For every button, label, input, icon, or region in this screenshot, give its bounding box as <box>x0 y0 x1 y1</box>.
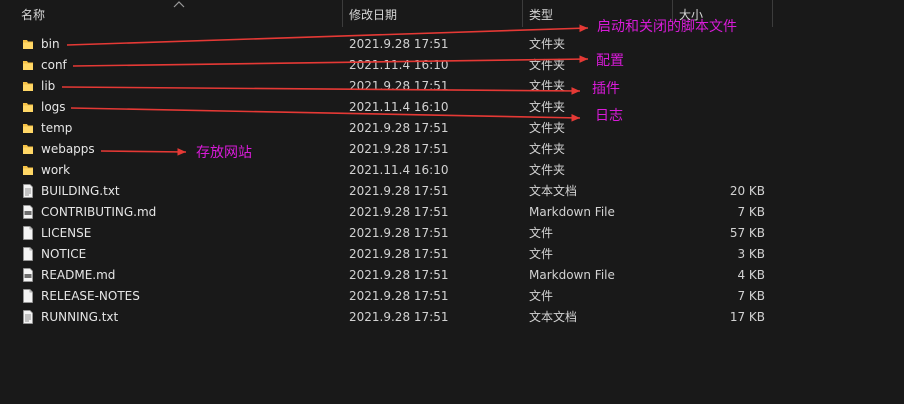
file-explorer: 名称 修改日期 类型 大小 bin 2021.9.28 17:51 文件夹 conf 2… <box>0 0 904 404</box>
file-type: 文件夹 <box>529 58 566 72</box>
folder-icon <box>22 58 34 72</box>
file-name: BUILDING.txt <box>41 184 120 198</box>
file-type: 文件夹 <box>529 37 566 51</box>
file-name: RELEASE-NOTES <box>41 289 140 303</box>
file-name: CONTRIBUTING.md <box>41 205 157 219</box>
file-name: logs <box>41 100 66 114</box>
sort-ascending-icon[interactable] <box>173 0 185 8</box>
file-name: NOTICE <box>41 247 87 261</box>
column-divider[interactable] <box>522 0 523 27</box>
file-type: 文件夹 <box>529 79 566 93</box>
file-row[interactable]: NOTICE 2021.9.28 17:51 文件 3 KB <box>0 244 904 265</box>
file-size: 20 KB <box>729 184 765 198</box>
file-row[interactable]: bin 2021.9.28 17:51 文件夹 <box>0 34 904 55</box>
file-name: temp <box>41 121 73 135</box>
file-name: conf <box>41 58 67 72</box>
file-name: LICENSE <box>41 226 92 240</box>
file-type: Markdown File <box>529 205 615 219</box>
annotation-bin: 启动和关闭的脚本文件 <box>597 19 737 35</box>
file-icon <box>22 226 34 240</box>
file-type: 文本文档 <box>529 310 578 324</box>
annotation-conf: 配置 <box>596 53 624 69</box>
column-divider[interactable] <box>772 0 773 27</box>
file-name: webapps <box>41 142 95 156</box>
modified-date: 2021.9.28 17:51 <box>349 37 449 51</box>
file-row[interactable]: README.md 2021.9.28 17:51 Markdown File 4 K… <box>0 265 904 286</box>
file-row[interactable]: BUILDING.txt 2021.9.28 17:51 文本文档 20 KB <box>0 181 904 202</box>
modified-date: 2021.11.4 16:10 <box>349 58 449 72</box>
file-type: 文件 <box>529 289 554 303</box>
folder-icon <box>22 100 34 114</box>
file-type: 文件 <box>529 226 554 240</box>
file-row[interactable]: conf 2021.11.4 16:10 文件夹 <box>0 55 904 76</box>
file-size: 57 KB <box>729 226 765 240</box>
file-name: RUNNING.txt <box>41 310 119 324</box>
file-row[interactable]: LICENSE 2021.9.28 17:51 文件 57 KB <box>0 223 904 244</box>
file-type: 文件夹 <box>529 100 566 114</box>
file-row[interactable]: logs 2021.11.4 16:10 文件夹 <box>0 97 904 118</box>
file-name: bin <box>41 37 60 51</box>
file-size: 3 KB <box>737 247 765 261</box>
file-icon <box>22 247 34 261</box>
modified-date: 2021.9.28 17:51 <box>349 184 449 198</box>
markdown-file-icon <box>22 268 34 282</box>
modified-date: 2021.9.28 17:51 <box>349 247 449 261</box>
file-size: 7 KB <box>737 289 765 303</box>
file-row[interactable]: webapps 2021.9.28 17:51 文件夹 <box>0 139 904 160</box>
file-type: 文本文档 <box>529 184 578 198</box>
modified-date: 2021.9.28 17:51 <box>349 310 449 324</box>
folder-icon <box>22 142 34 156</box>
file-type: Markdown File <box>529 268 615 282</box>
modified-date: 2021.9.28 17:51 <box>349 142 449 156</box>
column-header-name[interactable]: 名称 <box>21 0 45 31</box>
column-header-date[interactable]: 修改日期 <box>349 0 397 31</box>
modified-date: 2021.9.28 17:51 <box>349 289 449 303</box>
file-type: 文件 <box>529 247 554 261</box>
column-header-bar: 名称 修改日期 类型 大小 <box>0 0 904 31</box>
modified-date: 2021.9.28 17:51 <box>349 205 449 219</box>
column-header-type[interactable]: 类型 <box>529 0 553 31</box>
modified-date: 2021.9.28 17:51 <box>349 268 449 282</box>
file-size: 4 KB <box>737 268 765 282</box>
file-row[interactable]: lib 2021.9.28 17:51 文件夹 <box>0 76 904 97</box>
modified-date: 2021.11.4 16:10 <box>349 163 449 177</box>
file-icon <box>22 289 34 303</box>
folder-icon <box>22 163 34 177</box>
folder-icon <box>22 79 34 93</box>
file-row[interactable]: RELEASE-NOTES 2021.9.28 17:51 文件 7 KB <box>0 286 904 307</box>
annotation-logs: 日志 <box>595 108 623 124</box>
file-row[interactable]: CONTRIBUTING.md 2021.9.28 17:51 Markdown F… <box>0 202 904 223</box>
file-row[interactable]: work 2021.11.4 16:10 文件夹 <box>0 160 904 181</box>
text-file-icon <box>22 310 34 324</box>
file-name: lib <box>41 79 56 93</box>
markdown-file-icon <box>22 205 34 219</box>
file-row[interactable]: temp 2021.9.28 17:51 文件夹 <box>0 118 904 139</box>
file-size: 17 KB <box>729 310 765 324</box>
file-type: 文件夹 <box>529 163 566 177</box>
folder-icon <box>22 121 34 135</box>
modified-date: 2021.9.28 17:51 <box>349 79 449 93</box>
modified-date: 2021.9.28 17:51 <box>349 226 449 240</box>
folder-icon <box>22 37 34 51</box>
annotation-webapps: 存放网站 <box>196 145 252 161</box>
annotation-lib: 插件 <box>592 81 620 97</box>
text-file-icon <box>22 184 34 198</box>
file-size: 7 KB <box>737 205 765 219</box>
file-type: 文件夹 <box>529 121 566 135</box>
file-row[interactable]: RUNNING.txt 2021.9.28 17:51 文本文档 17 KB <box>0 307 904 328</box>
file-name: work <box>41 163 71 177</box>
modified-date: 2021.11.4 16:10 <box>349 100 449 114</box>
modified-date: 2021.9.28 17:51 <box>349 121 449 135</box>
file-type: 文件夹 <box>529 142 566 156</box>
file-name: README.md <box>41 268 116 282</box>
column-divider[interactable] <box>342 0 343 27</box>
